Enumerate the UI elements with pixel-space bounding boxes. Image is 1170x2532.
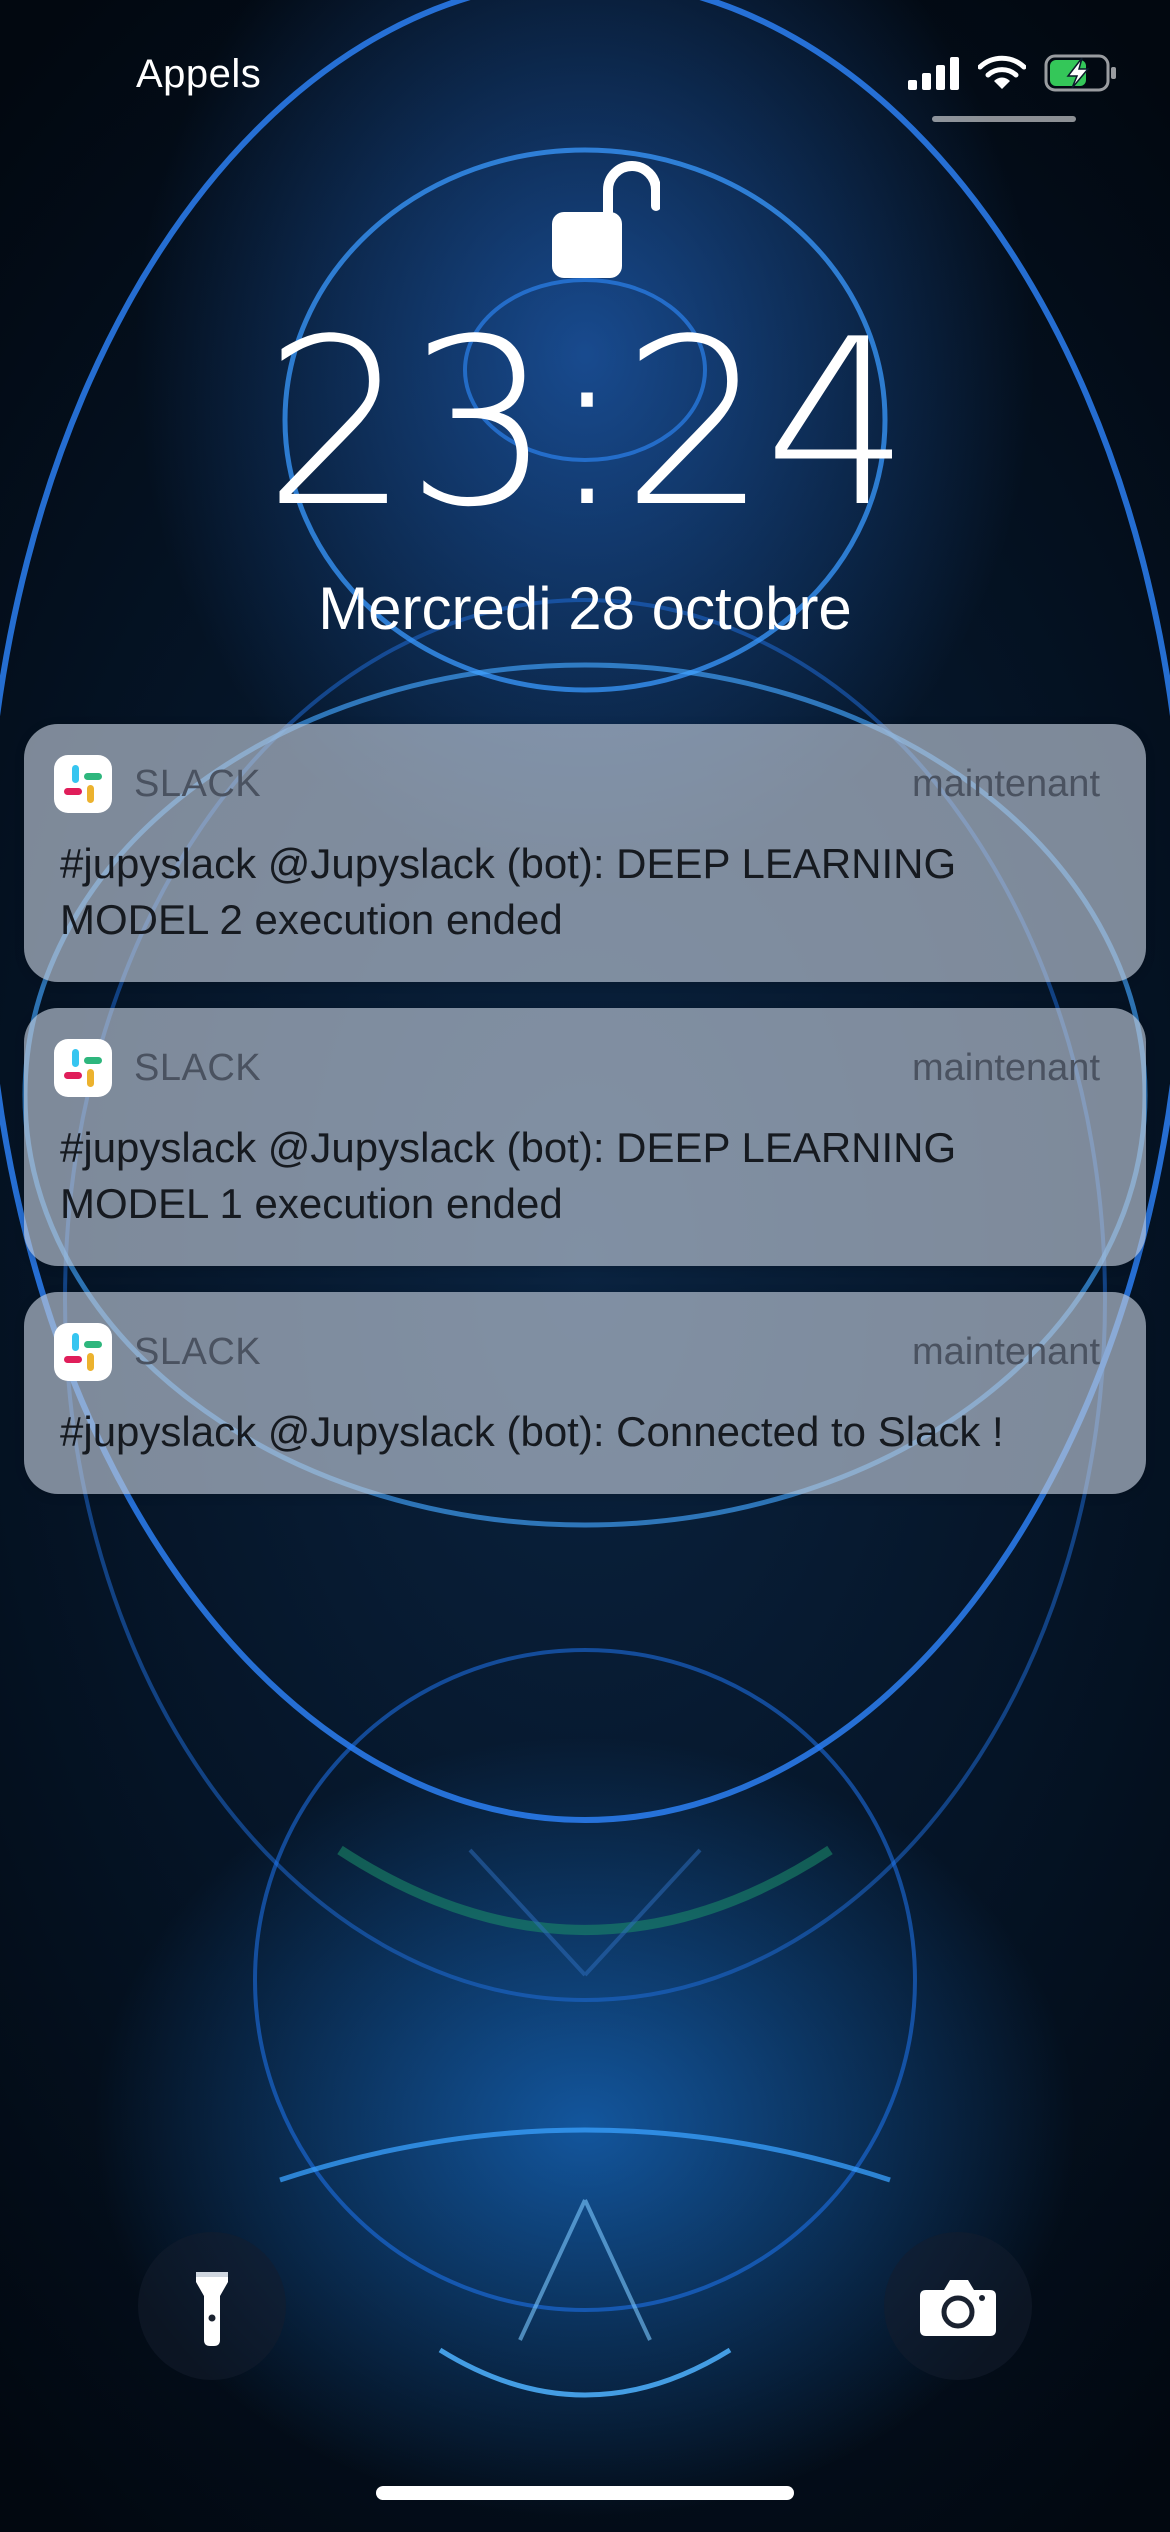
notification-message: #jupyslack @Jupyslack (bot): DEEP LEARNI… bbox=[60, 840, 957, 943]
unlocked-padlock-icon bbox=[552, 161, 660, 278]
camera-icon bbox=[920, 2280, 996, 2336]
notification-time: maintenant bbox=[911, 1046, 1100, 1089]
notification-card[interactable]: SLACK maintenant #jupyslack @Jupyslack (… bbox=[24, 1008, 1146, 1266]
notification-message: #jupyslack @Jupyslack (bot): Connected t… bbox=[60, 1408, 1004, 1455]
slack-app-icon bbox=[54, 755, 112, 813]
status-bar: Appels bbox=[0, 0, 1170, 150]
notification-app-name: SLACK bbox=[134, 1330, 262, 1373]
notification-message: #jupyslack @Jupyslack (bot): DEEP LEARNI… bbox=[60, 1124, 957, 1227]
battery-charging-icon bbox=[1044, 54, 1116, 92]
notification-header: SLACK maintenant bbox=[54, 1322, 1100, 1382]
notification-time: maintenant bbox=[911, 1330, 1100, 1373]
slack-app-icon bbox=[54, 1323, 112, 1381]
wifi-icon bbox=[978, 55, 1026, 89]
lock-screen-date: Mercredi 28 octobre bbox=[318, 575, 852, 642]
home-indicator[interactable] bbox=[376, 2486, 794, 2500]
lock-screen-time: 23:24 bbox=[263, 291, 911, 558]
camera-button[interactable] bbox=[884, 2232, 1032, 2380]
cellular-signal-icon bbox=[908, 57, 959, 90]
notification-card[interactable]: SLACK maintenant #jupyslack @Jupyslack (… bbox=[24, 724, 1146, 982]
notification-app-name: SLACK bbox=[134, 1046, 262, 1089]
carrier-label: Appels bbox=[136, 52, 262, 96]
status-underline bbox=[932, 116, 1076, 122]
flashlight-button[interactable] bbox=[138, 2232, 286, 2380]
notification-header: SLACK maintenant bbox=[54, 754, 1100, 814]
notification-card[interactable]: SLACK maintenant #jupyslack @Jupyslack (… bbox=[24, 1292, 1146, 1494]
notification-app-name: SLACK bbox=[134, 762, 262, 805]
status-icons bbox=[908, 54, 1118, 92]
slack-app-icon bbox=[54, 1039, 112, 1097]
notification-time: maintenant bbox=[911, 762, 1100, 805]
notification-header: SLACK maintenant bbox=[54, 1038, 1100, 1098]
flashlight-icon bbox=[196, 2272, 228, 2346]
